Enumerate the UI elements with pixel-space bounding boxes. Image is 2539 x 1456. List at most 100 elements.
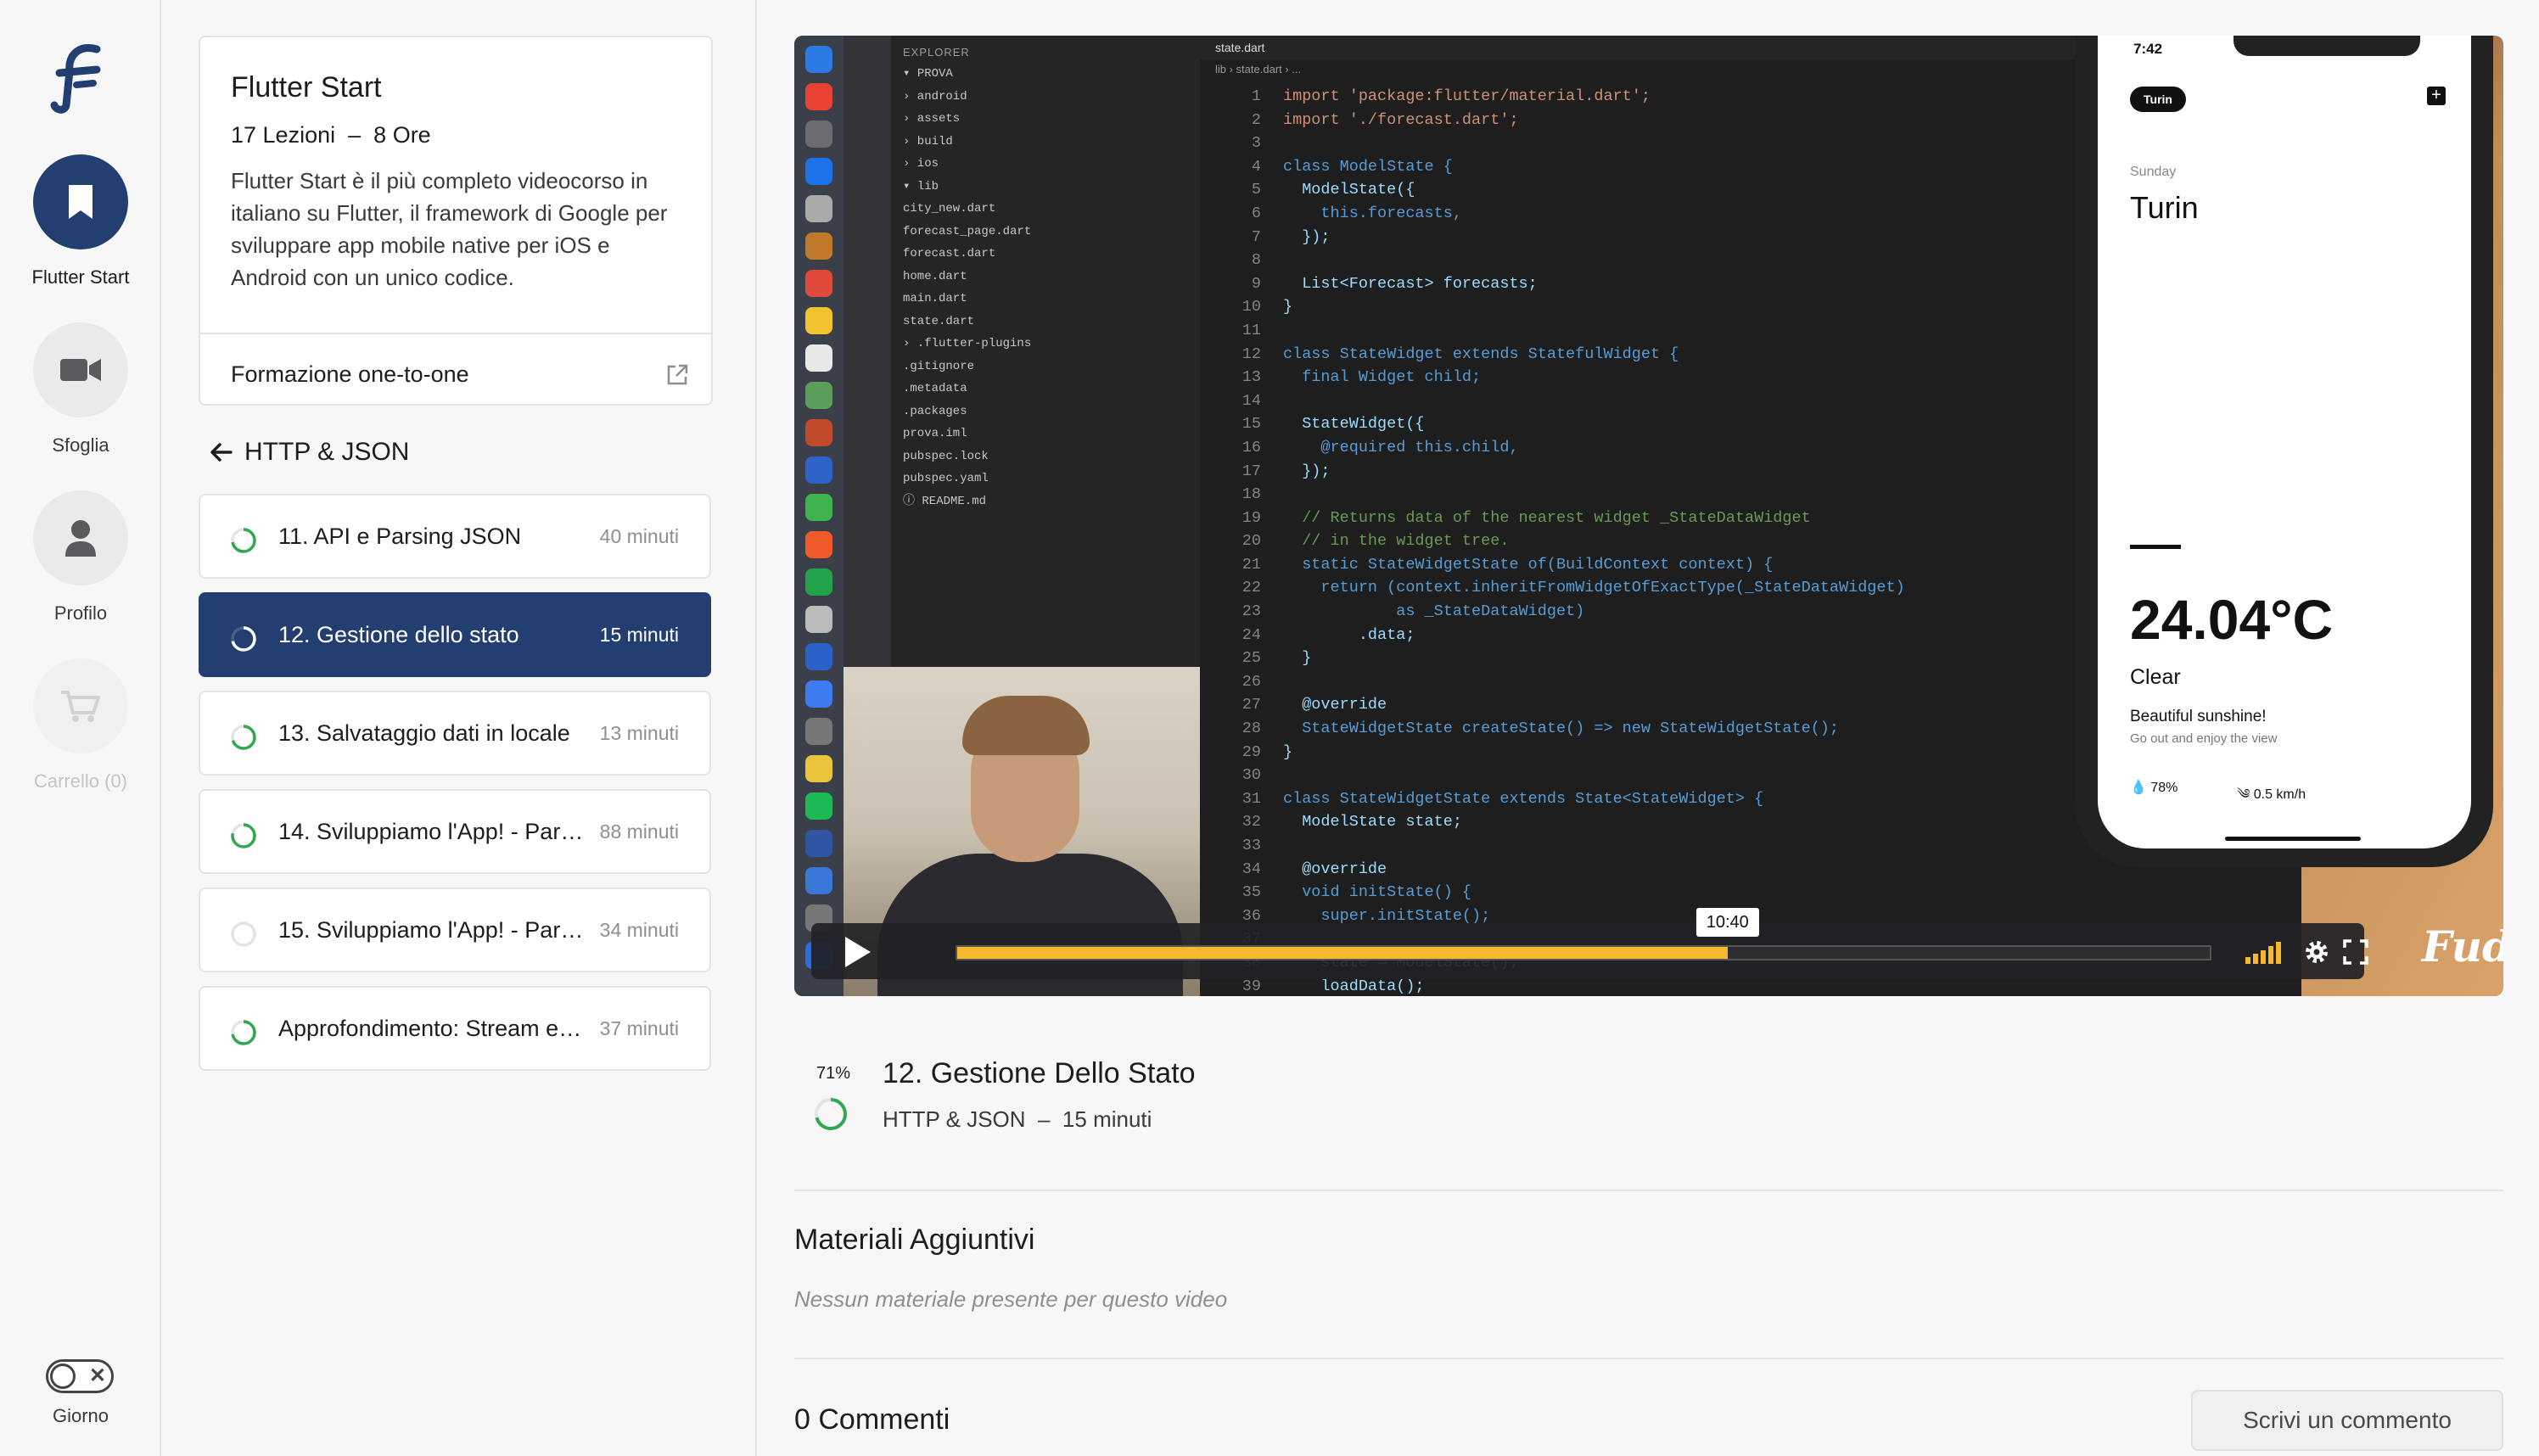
phone-screen: 7:42 Turin + Sunday Turin 24.04°C Clear …: [2098, 36, 2471, 848]
line-text: this.forecasts,: [1283, 204, 1462, 222]
video-player[interactable]: EXPLORER ▾ PROVA › android › assets › build…: [794, 36, 2503, 996]
line-number: 16: [1241, 438, 1261, 456]
line-number: 13: [1241, 368, 1261, 387]
line-text: });: [1283, 227, 1331, 246]
line-number: 5: [1251, 181, 1261, 199]
file-tree-item: main.dart: [903, 292, 967, 305]
lesson-item[interactable]: 14. Sviluppiamo l'App! - Parte 1 88 minu…: [199, 789, 711, 874]
phone-condition: Clear: [2130, 665, 2181, 689]
meta-separator: –: [348, 122, 362, 148]
nav-item-flutter-start[interactable]: Flutter Start: [0, 154, 161, 288]
video-camera-icon: [60, 359, 101, 381]
lesson-section: HTTP & JSON: [883, 1106, 1026, 1132]
line-number: 33: [1241, 837, 1261, 854]
line-text: import './forecast.dart';: [1283, 110, 1519, 129]
progress-ring-icon: [231, 823, 256, 848]
line-text: return (context.inheritFromWidgetOfExact…: [1283, 579, 1905, 597]
nav-item-profilo[interactable]: Profilo: [0, 490, 161, 624]
lesson-duration: 34 minuti: [599, 919, 679, 941]
lesson-item[interactable]: 11. API e Parsing JSON 40 minuti: [199, 494, 711, 579]
line-text: class ModelState {: [1283, 157, 1453, 176]
fullscreen-icon[interactable]: [2342, 938, 2369, 966]
line-text: @required this.child,: [1283, 438, 1519, 456]
file-tree-item: .metadata: [903, 382, 967, 395]
theme-toggle-label: Giorno: [52, 1405, 109, 1426]
progress-ring-icon: [231, 921, 256, 947]
write-comment-button[interactable]: Scrivi un commento: [2191, 1390, 2503, 1451]
code-line: 35 void initState() {: [1200, 881, 2301, 904]
line-number: 19: [1241, 508, 1261, 527]
volume-icon[interactable]: [2245, 940, 2286, 964]
external-link-icon: [667, 364, 688, 385]
file-tree-item: pubspec.lock: [903, 449, 989, 463]
progress-ring-icon: [231, 528, 256, 553]
file-tree-item: ▾ lib: [903, 179, 939, 193]
line-number: 12: [1241, 344, 1261, 363]
file-tree: ▾ PROVA › android › assets › build › ios ▾ li…: [903, 63, 1200, 512]
line-text: void initState() {: [1283, 883, 1472, 902]
nav-item-sfoglia[interactable]: Sfoglia: [0, 322, 161, 456]
course-title: Flutter Start: [231, 71, 382, 104]
file-tree-item: forecast_page.dart: [903, 224, 1032, 238]
line-number: 18: [1241, 485, 1261, 504]
lesson-item[interactable]: 13. Salvataggio dati in locale 13 minuti: [199, 691, 711, 776]
nav-item-label: Flutter Start: [31, 266, 130, 288]
video-controls: [811, 923, 2368, 979]
line-text: // Returns data of the nearest widget _S…: [1283, 508, 1811, 527]
line-number: 35: [1241, 883, 1261, 902]
video-progress-fill: [957, 947, 1728, 959]
line-number: 20: [1241, 532, 1261, 551]
play-icon[interactable]: [837, 933, 874, 971]
phone-time: 7:42: [2133, 41, 2163, 57]
lessons-count: 17 Lezioni: [231, 122, 336, 148]
line-number: 30: [1241, 766, 1261, 785]
phone-simulator: 7:42 Turin + Sunday Turin 24.04°C Clear …: [2076, 36, 2493, 867]
lesson-title: 13. Salvataggio dati in locale: [278, 720, 570, 746]
nav-item-carrello[interactable]: Carrello (0): [0, 658, 161, 792]
fudeo-logo[interactable]: [44, 37, 121, 114]
one-to-one-link[interactable]: Formazione one-to-one: [231, 353, 689, 395]
line-number: 31: [1241, 789, 1261, 808]
progress-ring-icon: [231, 725, 256, 750]
line-text: // in the widget tree.: [1283, 532, 1510, 551]
lesson-heading: 12. Gestione Dello Stato: [883, 1057, 1196, 1089]
section-title: HTTP & JSON: [244, 438, 410, 466]
nav-item-label: Profilo: [53, 602, 108, 624]
progress-ring-icon: [231, 1020, 256, 1045]
plus-icon: +: [2427, 87, 2446, 105]
course-meta: 17 Lezioni – 8 Ore: [231, 122, 431, 148]
line-text: class StateWidget extends StatefulWidget…: [1283, 344, 1679, 363]
file-tree-item: forecast.dart: [903, 247, 996, 260]
line-text: ModelState state;: [1283, 813, 1462, 832]
video-progress-bar[interactable]: [956, 945, 2211, 960]
gear-icon[interactable]: [2303, 938, 2330, 966]
course-hours: 8 Ore: [373, 122, 431, 148]
line-text: @override: [1283, 860, 1387, 878]
line-number: 10: [1241, 298, 1261, 316]
file-tree-item: › ios: [903, 157, 939, 171]
line-number: 9: [1251, 274, 1261, 293]
lesson-duration: 15 minuti: [1062, 1106, 1152, 1132]
line-number: 7: [1251, 227, 1261, 246]
phone-humidity: 💧 78%: [2130, 779, 2177, 796]
file-tree-item: ▾ PROVA: [903, 67, 953, 81]
line-number: 6: [1251, 204, 1261, 222]
line-number: 8: [1251, 251, 1261, 270]
theme-toggle[interactable]: ✕: [46, 1359, 114, 1393]
phone-home-indicator: [2225, 837, 2361, 841]
line-text: loadData();: [1283, 977, 1425, 995]
lesson-title: 15. Sviluppiamo l'App! - Parte 2: [278, 917, 584, 943]
line-text: class StateWidgetState extends State<Sta…: [1283, 789, 1764, 808]
file-tree-item: › assets: [903, 112, 961, 126]
line-number: 3: [1251, 134, 1261, 153]
close-icon: ✕: [88, 1364, 106, 1387]
lesson-item[interactable]: Approfondimento: Stream e BLoC 37 minuti: [199, 986, 711, 1071]
comments-heading: 0 Commenti: [794, 1403, 950, 1436]
back-to-section-button[interactable]: HTTP & JSON: [209, 431, 409, 473]
line-text: ModelState({: [1283, 181, 1415, 199]
lesson-item[interactable]: 12. Gestione dello stato 15 minuti: [199, 592, 711, 677]
lesson-duration: 88 minuti: [599, 820, 679, 843]
lesson-item[interactable]: 15. Sviluppiamo l'App! - Parte 2 34 minu…: [199, 888, 711, 972]
presenter-hair: [962, 696, 1090, 755]
line-text: static StateWidgetState of(BuildContext …: [1283, 555, 1774, 574]
